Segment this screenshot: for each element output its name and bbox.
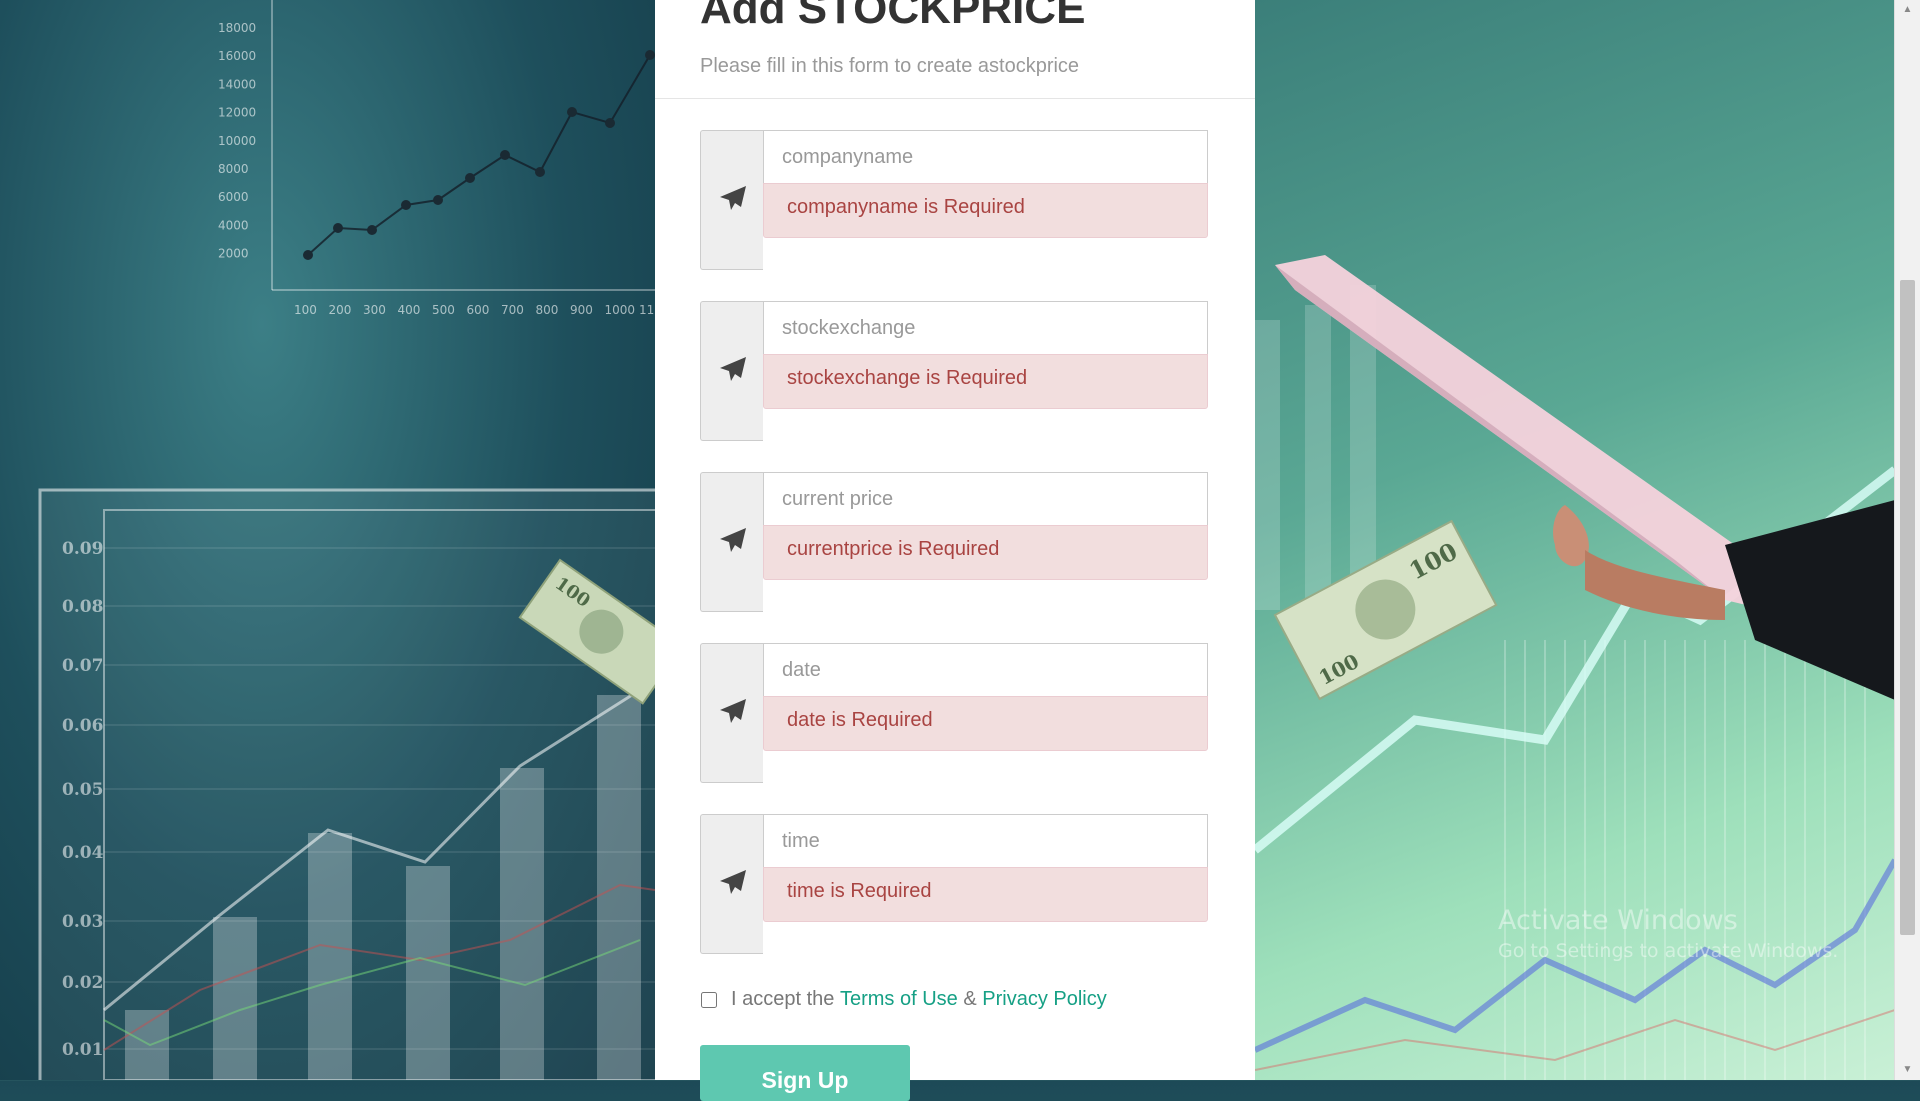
time-field-group: time is Required [700,814,1210,954]
background-y-tick: 0.02 [62,973,103,993]
companyname-input[interactable] [763,130,1208,183]
date-field-group: date is Required [700,643,1210,783]
field-addon [700,130,763,270]
background-x-tick: 900 [570,303,593,317]
background-y-tick: 0.09 [62,539,103,559]
scroll-thumb[interactable] [1900,280,1915,935]
terms-of-use-link[interactable]: Terms of Use [840,988,958,1011]
background-chart-graphics: 18000 16000 14000 12000 10000 8000 6000 4000 200… [38,0,655,1080]
current-price-input[interactable] [763,472,1208,525]
current-price-error: currentprice is Required [763,525,1208,580]
background-y-tick: 18000 [218,21,256,35]
field-addon [700,301,763,441]
activate-windows-watermark: Activate Windows Go to Settings to activ… [1498,905,1838,962]
stockexchange-input[interactable] [763,301,1208,354]
background-y-tick: 4000 [218,218,249,232]
background-x-tick: 300 [363,303,386,317]
watermark-title: Activate Windows [1498,905,1738,936]
background-x-tick: 700 [501,303,524,317]
date-input[interactable] [763,643,1208,696]
background-chart-left: 18000 16000 14000 12000 10000 8000 6000 4000 200… [0,0,655,1080]
background-x-tick: 400 [398,303,421,317]
background-y-tick: 0.04 [62,843,104,863]
privacy-policy-link[interactable]: Privacy Policy [982,988,1106,1011]
background-y-tick: 14000 [218,77,256,91]
date-error: date is Required [763,696,1208,751]
background-y-tick: 0.03 [62,912,103,932]
background-x-tick: 500 [432,303,455,317]
paper-plane-icon [720,357,746,381]
terms-row: I accept the Terms of Use & Privacy Poli… [700,988,1107,1011]
background-x-tick: 1000 [605,303,636,317]
paper-plane-icon [720,528,746,552]
form-header: Add STOCKPRICE Please fill in this form … [655,0,1255,99]
form-card: Add STOCKPRICE Please fill in this form … [655,0,1255,1101]
background-x-tick: 800 [536,303,559,317]
companyname-field-group: companyname is Required [700,130,1210,270]
background-y-tick: 6000 [218,190,249,204]
scroll-down-arrow-icon[interactable]: ▼ [1895,1060,1920,1080]
stockexchange-error: stockexchange is Required [763,354,1208,409]
paper-plane-icon [720,699,746,723]
current-price-field-group: currentprice is Required [700,472,1210,612]
background-x-tick: 100 [294,303,317,317]
terms-checkbox[interactable] [701,991,717,1008]
paper-plane-icon [720,186,746,210]
field-addon [700,814,763,954]
background-x-tick: 200 [329,303,352,317]
companyname-error: companyname is Required [763,183,1208,238]
background-y-tick: 0.07 [62,656,103,676]
field-addon [700,472,763,612]
watermark-subtitle: Go to Settings to activate Windows. [1498,940,1839,962]
background-y-tick: 2000 [218,247,249,261]
background-y-tick: 10000 [218,134,256,148]
terms-separator: & [963,988,977,1010]
page-title: Add STOCKPRICE [700,0,1086,33]
background-y-tick: 12000 [218,106,256,120]
background-x-tick: 11 [639,303,654,317]
background-y-tick: 0.08 [62,597,103,617]
background-y-tick: 0.01 [62,1040,103,1060]
time-error: time is Required [763,867,1208,922]
sign-up-button[interactable]: Sign Up [700,1045,910,1101]
field-addon [700,643,763,783]
scroll-up-arrow-icon[interactable]: ▲ [1895,0,1920,20]
background-y-tick: 0.06 [62,716,103,736]
terms-prefix: I accept the [731,988,835,1010]
stockexchange-field-group: stockexchange is Required [700,301,1210,441]
background-x-tick: 600 [467,303,490,317]
page-scrollbar[interactable]: ▲ ▼ [1894,0,1920,1080]
page-subtitle: Please fill in this form to create astoc… [700,55,1080,77]
background-y-tick: 0.05 [62,780,103,800]
background-y-tick: 8000 [218,162,249,176]
background-y-tick: 16000 [218,49,256,63]
paper-plane-icon [720,870,746,894]
time-input[interactable] [763,814,1208,867]
